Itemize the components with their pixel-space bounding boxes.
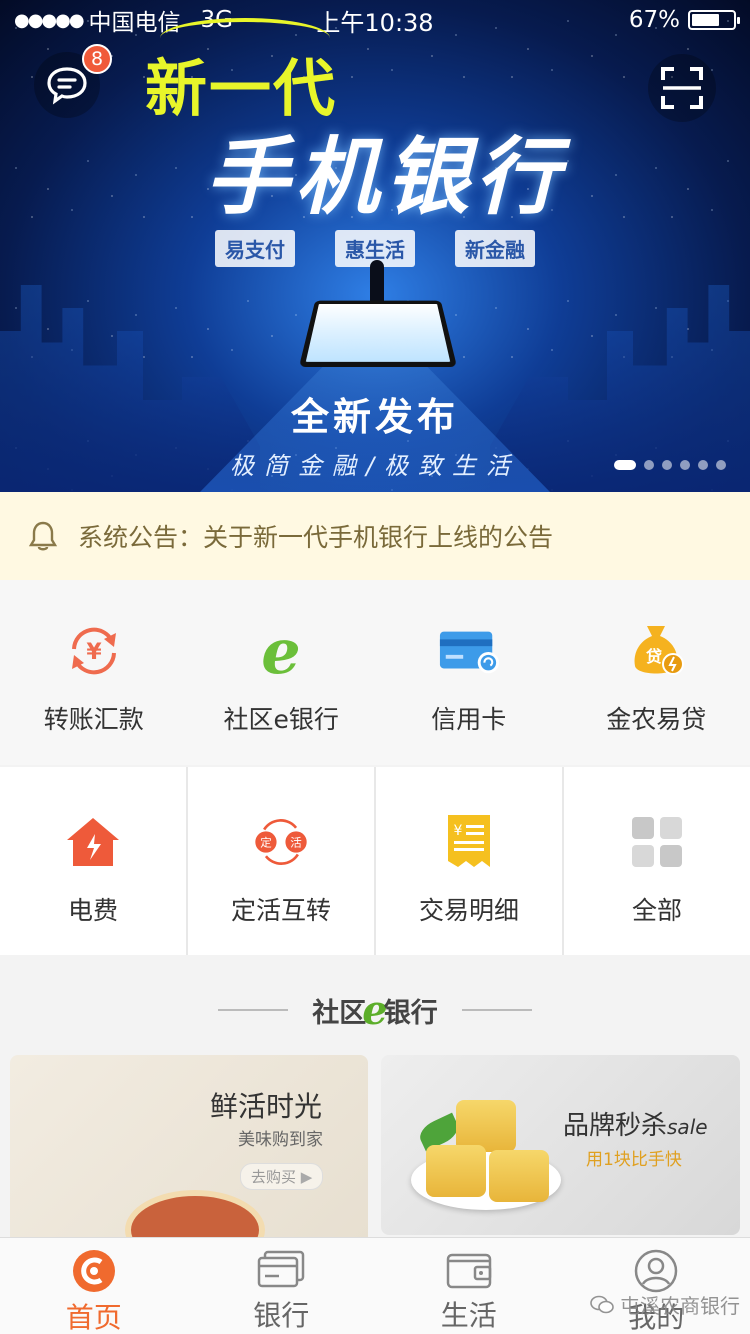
section-title: 社区 e 银行 [0, 980, 750, 1040]
e-bank-icon: e [250, 620, 312, 682]
quick-label: 社区e银行 [224, 700, 339, 736]
credit-card-icon [438, 620, 500, 682]
pager-dot[interactable] [698, 460, 708, 470]
card-title: 品牌秒杀 [563, 1105, 667, 1142]
section-title-text: 社区 e 银行 [312, 987, 437, 1034]
card-subtitle: 用1块比手快 [586, 1145, 682, 1170]
quick-credit-card[interactable]: 信用卡 [375, 580, 563, 765]
quick-loan[interactable]: 贷 金农易贷 [563, 580, 750, 765]
scan-icon [660, 66, 704, 110]
banner-phone-graphic [299, 301, 457, 367]
transfer-icon: ¥ [63, 620, 125, 682]
notice-text: 系统公告：关于新一代手机银行上线的公告 [78, 518, 553, 554]
quick-transactions[interactable]: ¥ 交易明细 [376, 767, 562, 955]
watermark-text: 屯溪农商银行 [620, 1290, 740, 1319]
quick-e-bank[interactable]: e 社区e银行 [188, 580, 376, 765]
electricity-icon [62, 811, 124, 873]
status-bar: ●●●●● 中国电信 3G 上午10:38 67% [0, 0, 750, 40]
system-notice[interactable]: 系统公告：关于新一代手机银行上线的公告 [0, 492, 750, 580]
fixed-current-icon: 定 活 [250, 811, 312, 873]
banner-pill: 易支付 [215, 230, 295, 267]
quick-label: 金农易贷 [606, 700, 706, 736]
quick-electricity[interactable]: 电费 [0, 767, 186, 955]
svg-text:贷: 贷 [646, 647, 662, 666]
quick-fixed-current[interactable]: 定 活 定活互转 [188, 767, 374, 955]
play-icon: ▶ [301, 1168, 313, 1186]
tab-label: 银行 [253, 1294, 309, 1334]
wallet-icon [445, 1248, 493, 1292]
app-root: ●●●●● 中国电信 3G 上午10:38 67% 8 新一代 手机银行 易支付… [0, 0, 750, 1334]
quick-label: 转账汇款 [44, 700, 144, 736]
pager-dot[interactable] [614, 460, 636, 470]
svg-text:定: 定 [260, 835, 272, 849]
loan-bag-icon: 贷 [625, 620, 687, 682]
card-title: 鲜活时光 [210, 1085, 322, 1125]
svg-text:¥: ¥ [86, 640, 102, 665]
buy-button-label: 去购买 [251, 1168, 296, 1186]
user-icon [632, 1248, 680, 1294]
tab-mine[interactable]: 我的 [563, 1238, 750, 1334]
buy-button[interactable]: 去购买 ▶ [240, 1163, 323, 1190]
bell-icon [28, 520, 58, 552]
tab-home[interactable]: 首页 [0, 1238, 188, 1334]
svg-text:活: 活 [290, 835, 302, 849]
promo-card-fresh[interactable]: 鲜活时光 美味购到家 去购买 ▶ [10, 1055, 368, 1245]
receipt-icon: ¥ [438, 811, 500, 873]
quick-transfer[interactable]: ¥ 转账汇款 [0, 580, 188, 765]
headline-release: 全新发布 [0, 386, 750, 441]
tab-bar: 首页 银行 生活 我的 [0, 1237, 750, 1334]
quick-label: 信用卡 [431, 700, 506, 736]
headline-main: 手机银行 [205, 110, 565, 231]
pager-dot[interactable] [680, 460, 690, 470]
status-time: 上午10:38 [0, 3, 750, 38]
grid-icon [626, 811, 688, 873]
quick-all[interactable]: 全部 [564, 767, 750, 955]
divider [462, 1009, 532, 1011]
chat-bubble-icon [46, 65, 88, 105]
tab-label: 首页 [66, 1296, 122, 1334]
battery-icon [688, 10, 736, 30]
message-badge: 8 [82, 44, 112, 74]
banner-pill: 新金融 [455, 230, 535, 267]
cake-image [426, 1145, 486, 1197]
quick-label: 交易明细 [419, 891, 519, 927]
quick-row-1: ¥ 转账汇款 e 社区e银行 信用卡 贷 金农易贷 [0, 580, 750, 765]
watermark: 屯溪农商银行 [590, 1290, 740, 1319]
card-subtitle: 美味购到家 [238, 1125, 323, 1150]
banner-pager[interactable] [614, 460, 726, 470]
svg-text:e: e [262, 621, 301, 681]
home-icon [70, 1248, 118, 1294]
bank-icon [257, 1248, 305, 1292]
promo-card-flash-sale[interactable]: 品牌秒杀 sale 用1块比手快 [381, 1055, 740, 1235]
quick-label: 定活互转 [231, 891, 331, 927]
quick-label: 全部 [632, 891, 682, 927]
section-title-right: 银行 [384, 991, 438, 1030]
section-title-left: 社区 [312, 991, 366, 1030]
scan-button[interactable] [648, 54, 716, 122]
svg-text:¥: ¥ [454, 823, 463, 839]
quick-row-2: 电费 定 活 定活互转 ¥ 交易明细 全部 [0, 767, 750, 955]
card-title-suffix: sale [667, 1115, 708, 1139]
cake-image [489, 1150, 549, 1202]
tab-label: 生活 [441, 1294, 497, 1334]
divider [218, 1009, 288, 1011]
pager-dot[interactable] [644, 460, 654, 470]
battery-fill [692, 14, 719, 26]
tab-life[interactable]: 生活 [375, 1238, 563, 1334]
promo-banner[interactable]: ●●●●● 中国电信 3G 上午10:38 67% 8 新一代 手机银行 易支付… [0, 0, 750, 492]
pager-dot[interactable] [716, 460, 726, 470]
tab-bank[interactable]: 银行 [188, 1238, 376, 1334]
pager-dot[interactable] [662, 460, 672, 470]
wechat-icon [590, 1295, 614, 1315]
quick-label: 电费 [68, 891, 118, 927]
card-title-group: 品牌秒杀 sale [563, 1105, 708, 1142]
